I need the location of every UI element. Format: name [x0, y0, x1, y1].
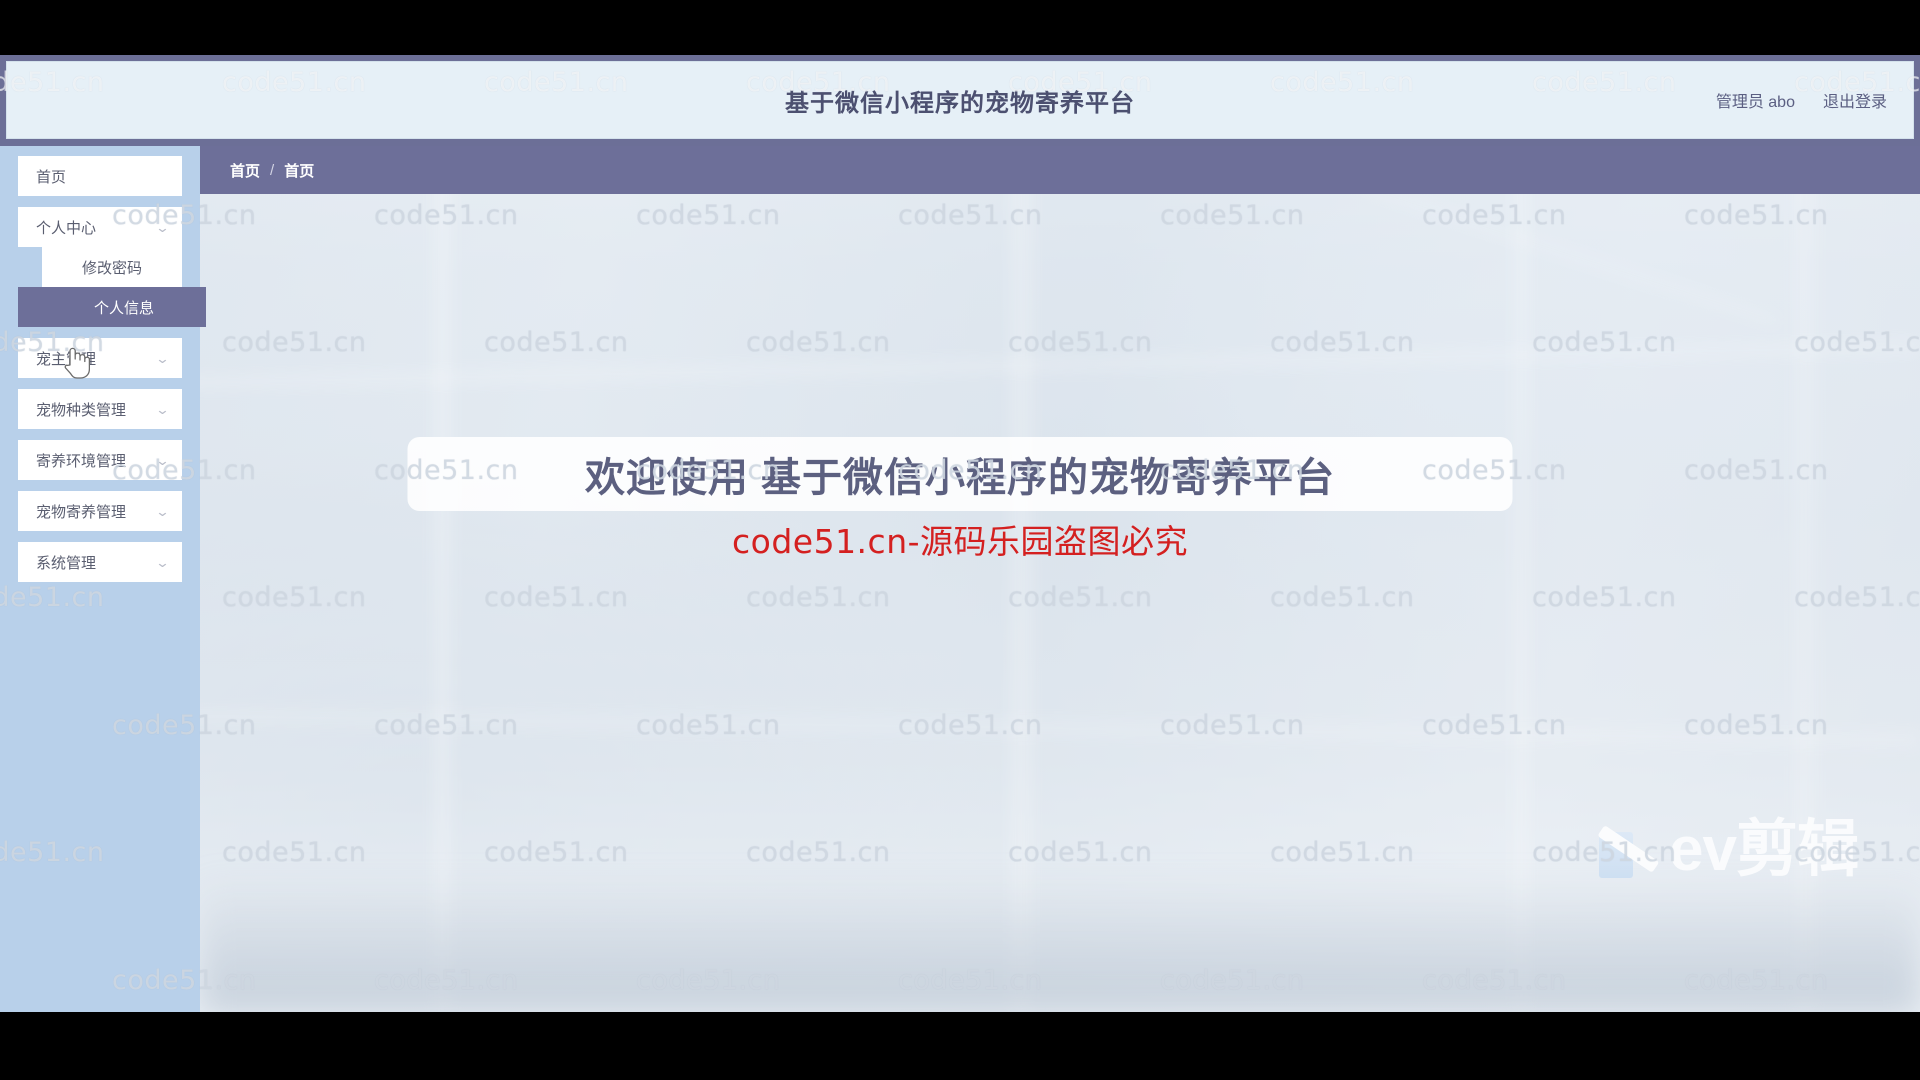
sidebar-item-system-management[interactable]: 系统管理 ⌄	[18, 542, 182, 582]
chevron-down-icon: ⌄	[155, 452, 170, 468]
welcome-banner: 欢迎使用 基于微信小程序的宠物寄养平台	[407, 437, 1513, 511]
screen-recorder-logo: ev剪辑	[1597, 815, 1859, 884]
sidebar-item-label: 个人中心	[36, 219, 97, 237]
sidebar-nav: 首页 个人中心 ⌄ 修改密码 个人信息 宠主管理 ⌄ 宠物种类管理 ⌄ 寄养环境…	[0, 146, 206, 1012]
chevron-down-icon: ⌄	[155, 401, 170, 417]
sidebar-item-label: 系统管理	[36, 554, 97, 572]
sidebar-item-label: 宠物种类管理	[36, 401, 127, 419]
sidebar-subitem-change-password[interactable]: 修改密码	[42, 247, 182, 287]
app-body: 首页 个人中心 ⌄ 修改密码 个人信息 宠主管理 ⌄ 宠物种类管理 ⌄ 寄养环境…	[0, 146, 1920, 1012]
sidebar-group-personal: 个人中心 ⌄ 修改密码 个人信息	[0, 207, 206, 327]
copyright-notice: code51.cn-源码乐园盗图必究	[731, 522, 1189, 561]
sidebar-submenu-personal: 修改密码 个人信息	[18, 247, 206, 327]
sidebar-group-environment: 寄养环境管理 ⌄	[0, 440, 200, 480]
sidebar-group-pet-category: 宠物种类管理 ⌄	[0, 389, 200, 429]
sidebar-item-label: 宠物寄养管理	[36, 503, 127, 521]
sidebar-group-home: 首页	[0, 156, 200, 196]
breadcrumb-separator: /	[270, 161, 275, 179]
sidebar-item-owner-management[interactable]: 宠主管理 ⌄	[18, 338, 182, 378]
ev-logo-icon	[1597, 818, 1663, 882]
welcome-message: 欢迎使用 基于微信小程序的宠物寄养平台	[584, 456, 1336, 500]
sidebar-group-owner: 宠主管理 ⌄	[0, 338, 200, 378]
current-user-label: 管理员 abo	[1715, 94, 1795, 111]
browser-viewport: 基于微信小程序的宠物寄养平台 管理员 abo 退出登录 首页 个人中心 ⌄ 修改…	[0, 55, 1920, 1012]
sidebar-subitem-personal-info[interactable]: 个人信息	[18, 287, 206, 327]
chevron-down-icon: ⌄	[155, 219, 170, 235]
sidebar-item-environment-management[interactable]: 寄养环境管理 ⌄	[18, 440, 182, 480]
sidebar-item-label: 首页	[36, 168, 67, 186]
sidebar-item-boarding-management[interactable]: 宠物寄养管理 ⌄	[18, 491, 182, 531]
sidebar-item-personal-center[interactable]: 个人中心 ⌄	[18, 207, 182, 247]
breadcrumb-current: 首页	[284, 162, 315, 180]
sidebar-group-system: 系统管理 ⌄	[0, 542, 200, 582]
page-title: 基于微信小程序的宠物寄养平台	[785, 89, 1135, 117]
main-content: 首页 / 首页	[200, 146, 1920, 1012]
ev-logo-text: ev剪辑	[1669, 815, 1859, 884]
sidebar-item-label: 宠主管理	[36, 350, 97, 368]
breadcrumb: 首页 / 首页	[200, 146, 1920, 194]
sidebar-item-label: 寄养环境管理	[36, 452, 127, 470]
dashboard-area	[200, 194, 1920, 1012]
breadcrumb-home[interactable]: 首页	[230, 160, 260, 181]
app-header: 基于微信小程序的宠物寄养平台 管理员 abo 退出登录	[6, 61, 1914, 139]
screen-letterbox: 基于微信小程序的宠物寄养平台 管理员 abo 退出登录 首页 个人中心 ⌄ 修改…	[0, 0, 1920, 1080]
chevron-down-icon: ⌄	[155, 554, 170, 570]
header-user-area: 管理员 abo 退出登录	[1716, 88, 1887, 112]
sidebar-group-boarding: 宠物寄养管理 ⌄	[0, 491, 200, 531]
chevron-down-icon: ⌄	[155, 503, 170, 519]
sidebar-item-home[interactable]: 首页	[18, 156, 182, 196]
sidebar-item-pet-category-management[interactable]: 宠物种类管理 ⌄	[18, 389, 182, 429]
logout-button[interactable]: 退出登录	[1823, 88, 1887, 112]
chevron-down-icon: ⌄	[155, 350, 170, 366]
sidebar-subitem-label: 个人信息	[93, 299, 154, 317]
sidebar-subitem-label: 修改密码	[81, 259, 142, 277]
